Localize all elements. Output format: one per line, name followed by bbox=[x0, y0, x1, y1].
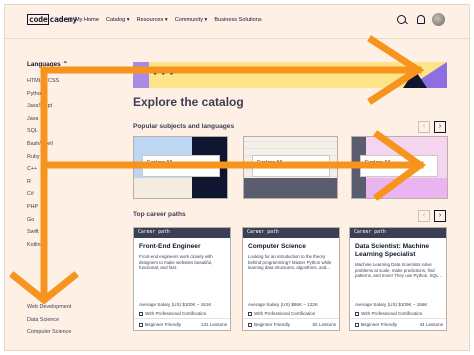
sidebar-item-javascript[interactable]: JavaScript bbox=[27, 100, 87, 113]
career-certification: With Professional Certification bbox=[248, 311, 315, 316]
career-description: Machine Learning Data Scientists solve p… bbox=[355, 262, 443, 279]
category-card[interactable]: Explore All bbox=[351, 136, 448, 199]
promo-banner: ● ● ● bbox=[133, 62, 447, 88]
sidebar-item-php[interactable]: PHP bbox=[27, 201, 87, 214]
level-icon bbox=[139, 322, 143, 327]
career-lessons: 131 Lessons bbox=[200, 322, 227, 327]
category-card[interactable]: Explore All bbox=[243, 136, 338, 199]
career-footer: Beginner Friendly 131 Lessons bbox=[139, 322, 227, 327]
career-footer: Beginner Friendly 82 Lessons bbox=[248, 322, 336, 327]
banner-dots-decoration: ● ● ● bbox=[153, 70, 175, 77]
career-prev-button[interactable]: ‹ bbox=[418, 210, 430, 222]
banner-shape bbox=[403, 70, 427, 88]
career-lessons: 44 Lessons bbox=[419, 322, 444, 327]
top-navigation: code cademy My Home Catalog ▾ Resources ▾… bbox=[5, 5, 469, 39]
career-title: Computer Science bbox=[248, 243, 306, 250]
sidebar-item-python[interactable]: Python bbox=[27, 88, 87, 101]
sidebar-item-cpp[interactable]: C++ bbox=[27, 163, 87, 176]
section-heading-popular: Popular subjects and languages bbox=[133, 123, 235, 130]
nav-catalog[interactable]: Catalog ▾ bbox=[106, 17, 130, 23]
career-path-tag: Career path bbox=[350, 228, 446, 238]
sidebar-item-bash[interactable]: Bash/Shell bbox=[27, 138, 87, 151]
explore-all-label: Explore All bbox=[257, 160, 283, 166]
popular-prev-button[interactable]: ‹ bbox=[418, 121, 430, 133]
sidebar-heading-languages[interactable]: Languages ⌃ bbox=[27, 60, 87, 68]
popular-next-button[interactable]: › bbox=[434, 121, 446, 133]
sidebar-item-java[interactable]: Java bbox=[27, 113, 87, 126]
career-path-tag: Career path bbox=[134, 228, 230, 238]
divider bbox=[134, 318, 230, 319]
page-title: Explore the catalog bbox=[133, 95, 244, 109]
career-description: Looking for an introduction to the theor… bbox=[248, 254, 332, 271]
career-footer: Beginner Friendly 44 Lessons bbox=[355, 322, 443, 327]
sidebar-item-web-development[interactable]: Web Development bbox=[27, 301, 71, 314]
certificate-icon bbox=[139, 311, 143, 316]
certificate-icon bbox=[248, 311, 252, 316]
career-salary: Average Salary (US) $109K – 156K bbox=[355, 302, 428, 307]
avatar[interactable] bbox=[432, 13, 445, 26]
nav-business-solutions[interactable]: Business Solutions bbox=[214, 17, 261, 23]
codecademy-logo[interactable]: code cademy bbox=[27, 14, 77, 25]
career-level: Beginner Friendly bbox=[355, 322, 397, 327]
certificate-icon bbox=[355, 311, 359, 316]
sidebar-subjects: Web Development Data Science Computer Sc… bbox=[27, 301, 71, 339]
career-certification: With Professional Certification bbox=[355, 311, 422, 316]
level-icon bbox=[248, 322, 252, 327]
career-title: Data Scientist: Machine Learning Special… bbox=[355, 243, 430, 258]
sidebar-item-computer-science[interactable]: Computer Science bbox=[27, 326, 71, 339]
level-icon bbox=[355, 322, 359, 327]
career-next-button[interactable]: › bbox=[434, 210, 446, 222]
explore-all-label: Explore All bbox=[365, 160, 391, 166]
nav-my-home[interactable]: My Home bbox=[75, 17, 99, 23]
career-salary: Average Salary (US) $66K – 122K bbox=[248, 302, 318, 307]
search-icon[interactable] bbox=[397, 15, 406, 24]
bell-icon[interactable] bbox=[417, 15, 425, 24]
main-nav: My Home Catalog ▾ Resources ▾ Community … bbox=[75, 17, 262, 23]
sidebar-item-sql[interactable]: SQL bbox=[27, 125, 87, 138]
career-card-data-scientist[interactable]: Career path Data Scientist: Machine Lear… bbox=[349, 227, 447, 331]
career-title: Front-End Engineer bbox=[139, 243, 201, 250]
career-certification: With Professional Certification bbox=[139, 311, 206, 316]
app-window: code cademy My Home Catalog ▾ Resources ▾… bbox=[4, 4, 470, 351]
section-heading-career: Top career paths bbox=[133, 211, 186, 218]
career-description: Front-end engineers work closely with de… bbox=[139, 254, 213, 271]
career-level: Beginner Friendly bbox=[248, 322, 290, 327]
sidebar-item-csharp[interactable]: C# bbox=[27, 188, 87, 201]
divider bbox=[350, 318, 446, 319]
card-art bbox=[244, 178, 337, 198]
career-card-front-end[interactable]: Career path Front-End Engineer Front-end… bbox=[133, 227, 231, 331]
category-card[interactable]: Explore All bbox=[133, 136, 228, 199]
career-level: Beginner Friendly bbox=[139, 322, 181, 327]
explore-all-box: Explore All bbox=[252, 155, 330, 177]
sidebar-item-data-science[interactable]: Data Science bbox=[27, 314, 71, 327]
career-path-tag: Career path bbox=[243, 228, 339, 238]
nav-community[interactable]: Community ▾ bbox=[175, 17, 208, 23]
divider bbox=[243, 318, 339, 319]
career-salary: Average Salary (US) $100K – 161K bbox=[139, 302, 212, 307]
career-card-computer-science[interactable]: Career path Computer Science Looking for… bbox=[242, 227, 340, 331]
nav-resources[interactable]: Resources ▾ bbox=[137, 17, 168, 23]
explore-all-box: Explore All bbox=[360, 155, 438, 177]
sidebar-item-r[interactable]: R bbox=[27, 176, 87, 189]
sidebar-item-go[interactable]: Go bbox=[27, 214, 87, 227]
banner-shape bbox=[133, 62, 149, 88]
sidebar-item-swift[interactable]: Swift bbox=[27, 226, 87, 239]
career-lessons: 82 Lessons bbox=[312, 322, 337, 327]
catalog-sidebar: Languages ⌃ HTML & CSS Python JavaScript… bbox=[27, 60, 87, 251]
explore-all-box: Explore All bbox=[142, 155, 220, 177]
sidebar-item-kotlin[interactable]: Kotlin bbox=[27, 239, 87, 252]
sidebar-item-ruby[interactable]: Ruby bbox=[27, 151, 87, 164]
sidebar-item-html-css[interactable]: HTML & CSS bbox=[27, 75, 87, 88]
card-art bbox=[352, 178, 447, 198]
explore-all-label: Explore All bbox=[147, 160, 173, 166]
